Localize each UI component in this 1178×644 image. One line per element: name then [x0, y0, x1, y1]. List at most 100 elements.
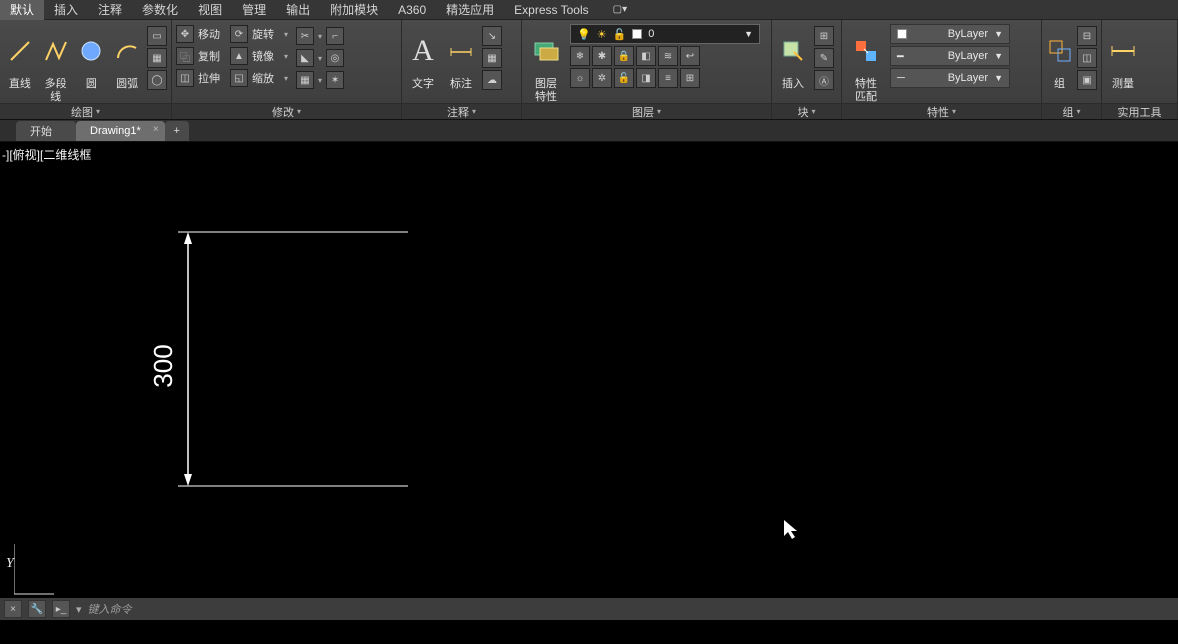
tool-line[interactable]: 直线	[4, 24, 36, 91]
draw-rect-icon[interactable]: ▭	[147, 26, 167, 46]
ribbon-collapse-icon[interactable]: ▢▾	[613, 4, 627, 15]
tool-polyline[interactable]: 多段线	[40, 24, 72, 104]
move-icon[interactable]: ✥	[176, 25, 194, 43]
group-edit-icon[interactable]: ◫	[1077, 48, 1097, 68]
menu-featured[interactable]: 精选应用	[436, 0, 504, 20]
prop-lineweight-dropdown[interactable]: ━ByLayer▼	[890, 46, 1010, 66]
tool-text[interactable]: A 文字	[406, 24, 440, 91]
tab-drawing1[interactable]: Drawing1*×	[76, 121, 165, 141]
panel-group: 组 ⊟ ◫ ▣ 组	[1042, 20, 1102, 119]
layer-unlock-icon[interactable]: 🔓	[614, 68, 634, 88]
layer-freeze-icon[interactable]: ✱	[592, 46, 612, 66]
layer-uniso-icon[interactable]: ◨	[636, 68, 656, 88]
tab-start[interactable]: 开始	[16, 121, 76, 141]
tool-group[interactable]: 组	[1046, 24, 1073, 91]
layer-thaw-icon[interactable]: ✲	[592, 68, 612, 88]
cmd-tools-icon[interactable]: 🔧	[28, 600, 46, 618]
panel-properties: 特性 匹配 ByLayer▼ ━ByLayer▼ ─ByLayer▼ 特性	[842, 20, 1042, 119]
offset-icon[interactable]: ◎	[326, 49, 344, 67]
panel-layers: 图层 特性 💡 ☀ 🔓 0 ▼ ❄ ✱ 🔒 ◧ ≋ ↩	[522, 20, 772, 119]
panel-utility-label[interactable]: 实用工具	[1102, 103, 1177, 119]
panel-layers-label[interactable]: 图层	[522, 103, 771, 119]
layer-color-swatch	[632, 29, 642, 39]
tool-circle[interactable]: 圆	[76, 24, 108, 91]
group-label: 组	[1046, 78, 1073, 91]
cloud-icon[interactable]: ☁	[482, 70, 502, 90]
menu-parametric[interactable]: 参数化	[132, 0, 188, 20]
menu-a360[interactable]: A360	[388, 1, 436, 19]
chamfer-icon[interactable]: ◣	[296, 49, 314, 67]
panel-group-label[interactable]: 组	[1042, 103, 1101, 119]
draw-hatch-icon[interactable]: ▦	[147, 48, 167, 68]
leader-icon[interactable]: ↘	[482, 26, 502, 46]
table-icon[interactable]: ▦	[482, 48, 502, 68]
mirror-label: 镜像	[252, 48, 280, 64]
text-label: 文字	[406, 78, 440, 91]
document-tabs: 开始 Drawing1*× +	[0, 120, 1178, 142]
panel-block-label[interactable]: 块	[772, 103, 841, 119]
menu-addons[interactable]: 附加模块	[320, 0, 388, 20]
layer-lock-icon[interactable]: 🔒	[614, 46, 634, 66]
menu-output[interactable]: 输出	[276, 0, 320, 20]
explode-icon[interactable]: ✶	[326, 71, 344, 89]
menu-express[interactable]: Express Tools	[504, 1, 598, 19]
menu-insert[interactable]: 插入	[44, 0, 88, 20]
panel-draw-label[interactable]: 绘图	[0, 103, 171, 119]
array-icon[interactable]: ▦	[296, 71, 314, 89]
tool-dimension[interactable]: 标注	[444, 24, 478, 91]
trim-icon[interactable]: ✂	[296, 27, 314, 45]
cmd-close-icon[interactable]: ×	[4, 600, 22, 618]
layer-prev-icon[interactable]: ↩	[680, 46, 700, 66]
close-icon[interactable]: ×	[153, 124, 159, 135]
panel-annotate-label[interactable]: 注释	[402, 103, 521, 119]
layer-off-icon[interactable]: ❄	[570, 46, 590, 66]
layer-on-icon[interactable]: ☼	[570, 68, 590, 88]
copy-label: 复制	[198, 48, 226, 64]
command-bar: × 🔧 ▸_ ▾ 键入命令	[0, 598, 1178, 620]
layer-walk-icon[interactable]: ≡	[658, 68, 678, 88]
group-select-icon[interactable]: ▣	[1077, 70, 1097, 90]
scale-icon[interactable]: ◱	[230, 69, 248, 87]
layer-iso-icon[interactable]: ◧	[636, 46, 656, 66]
prop-linetype-dropdown[interactable]: ─ByLayer▼	[890, 68, 1010, 88]
block-attr-icon[interactable]: Ⓐ	[814, 70, 834, 90]
command-input[interactable]: 键入命令	[88, 601, 132, 617]
menu-annotate[interactable]: 注释	[88, 0, 132, 20]
drawing-canvas[interactable]: -][俯视][二维线框 300 Y X W × 🔧 ▸_ ▾ 键入命令	[0, 142, 1178, 620]
menu-view[interactable]: 视图	[188, 0, 232, 20]
measure-label: 测量	[1106, 78, 1140, 91]
panel-annotate: A 文字 标注 ↘ ▦ ☁ 注释	[402, 20, 522, 119]
panel-modify: ✥移动 ⟳旋转▾ ⿻复制 ▲镜像▾ ◫拉伸 ◱缩放▾ ✂▾⌐ ◣▾◎ ▦▾✶ 修…	[172, 20, 402, 119]
block-edit-icon[interactable]: ✎	[814, 48, 834, 68]
tool-arc-label: 圆弧	[111, 78, 143, 91]
fillet-icon[interactable]: ⌐	[326, 27, 344, 45]
scale-label: 缩放	[252, 70, 280, 86]
prop-color-dropdown[interactable]: ByLayer▼	[890, 24, 1010, 44]
panel-draw: 直线 多段线 圆 圆弧 ▭ ▦ ◯ 绘图	[0, 20, 172, 119]
tab-new[interactable]: +	[165, 121, 189, 141]
block-create-icon[interactable]: ⊞	[814, 26, 834, 46]
menu-manage[interactable]: 管理	[232, 0, 276, 20]
mirror-icon[interactable]: ▲	[230, 47, 248, 65]
draw-ellipse-icon[interactable]: ◯	[147, 70, 167, 90]
copy-icon[interactable]: ⿻	[176, 47, 194, 65]
cmd-prompt-icon[interactable]: ▸_	[52, 600, 70, 618]
layer-state-icon[interactable]: ⊞	[680, 68, 700, 88]
layer-match-icon[interactable]: ≋	[658, 46, 678, 66]
tool-measure[interactable]: 测量	[1106, 24, 1140, 91]
stretch-icon[interactable]: ◫	[176, 69, 194, 87]
tool-arc[interactable]: 圆弧	[111, 24, 143, 91]
menu-bar: 默认 插入 注释 参数化 视图 管理 输出 附加模块 A360 精选应用 Exp…	[0, 0, 1178, 20]
dimension-text: 300	[148, 344, 178, 387]
panel-properties-label[interactable]: 特性	[842, 103, 1041, 119]
tool-match-properties[interactable]: 特性 匹配	[846, 24, 886, 104]
ribbon: 直线 多段线 圆 圆弧 ▭ ▦ ◯ 绘图 ✥移	[0, 20, 1178, 120]
menu-default[interactable]: 默认	[0, 0, 44, 20]
ungroup-icon[interactable]: ⊟	[1077, 26, 1097, 46]
rotate-icon[interactable]: ⟳	[230, 25, 248, 43]
tool-insert-block[interactable]: 插入	[776, 24, 810, 91]
tool-line-label: 直线	[4, 78, 36, 91]
layer-dropdown[interactable]: 💡 ☀ 🔓 0 ▼	[570, 24, 760, 44]
panel-modify-label[interactable]: 修改	[172, 103, 401, 119]
tool-layer-properties[interactable]: 图层 特性	[526, 24, 566, 104]
